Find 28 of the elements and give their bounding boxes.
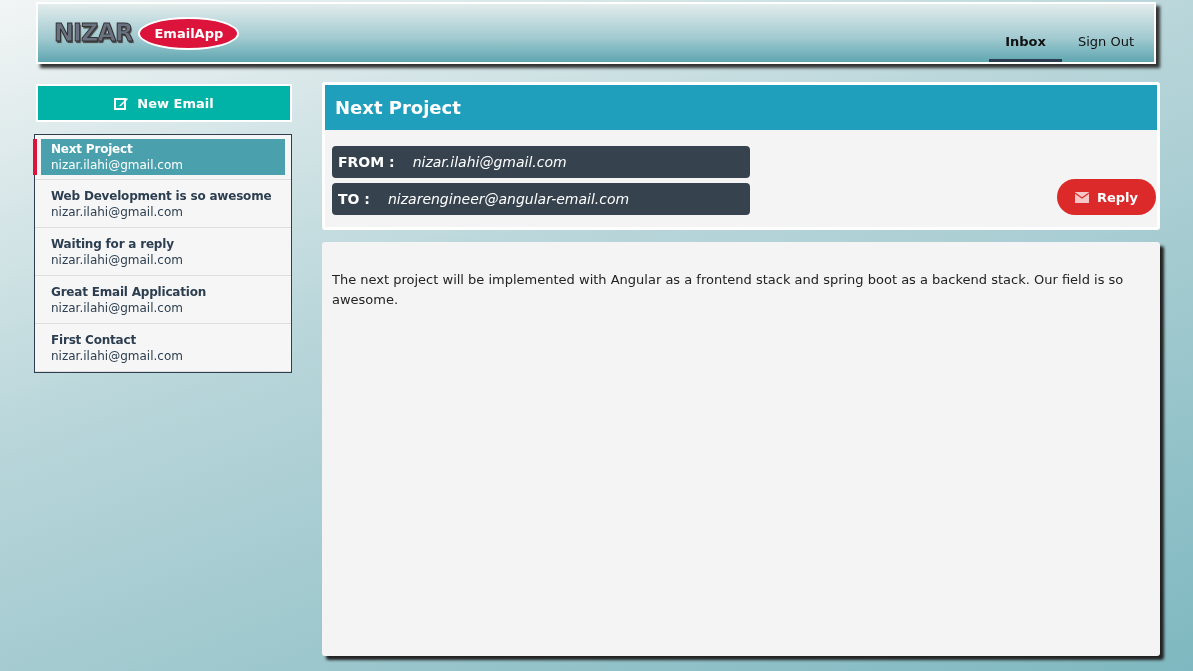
email-sender: nizar.ilahi@gmail.com — [51, 253, 184, 267]
message-text: The next project will be implemented with Angular as a frontend stack and spring boot as a backend stack. Our field is so awesome. — [332, 271, 1125, 309]
email-subject: Great Email Application — [51, 285, 208, 299]
email-subject: First Contact — [51, 333, 137, 347]
edit-icon — [114, 96, 130, 110]
email-item[interactable]: Waiting for a reply nizar.ilahi@gmail.com — [35, 228, 291, 276]
field-value: nizarengineer@angular-email.com — [387, 191, 630, 207]
envelope-icon — [1074, 191, 1089, 203]
reply-button[interactable]: Reply — [1056, 179, 1156, 215]
nav-link[interactable]: Sign Out — [1061, 34, 1150, 62]
email-item[interactable]: First Contact nizar.ilahi@gmail.com — [35, 324, 291, 372]
email-item[interactable]: Web Development is so awesome nizar.ilahi@gmail.com — [35, 180, 291, 228]
field-label: FROM : — [338, 154, 395, 170]
email-sender: nizar.ilahi@gmail.com — [51, 301, 184, 315]
field-label: TO : — [338, 191, 370, 207]
selection-marker — [33, 139, 37, 175]
email-item[interactable]: Great Email Application nizar.ilahi@gmail.com — [35, 276, 291, 324]
nav-link[interactable]: Inbox — [989, 34, 1062, 62]
email-sender: nizar.ilahi@gmail.com — [51, 158, 184, 172]
app-badge: EmailApp — [138, 16, 240, 50]
email-subject: Next Project — [51, 142, 134, 156]
logo: NIZAR — [54, 19, 133, 47]
email-subject: Web Development is so awesome — [51, 189, 273, 203]
message-title: Next Project — [325, 85, 1157, 130]
email-sender: nizar.ilahi@gmail.com — [51, 205, 184, 219]
field-value: nizar.ilahi@gmail.com — [412, 154, 567, 170]
email-sender: nizar.ilahi@gmail.com — [51, 349, 184, 363]
email-subject: Waiting for a reply — [51, 237, 175, 251]
